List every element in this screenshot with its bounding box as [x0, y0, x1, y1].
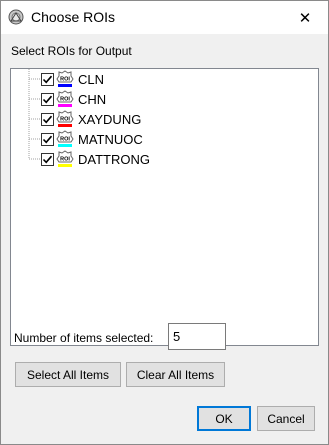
- roi-item-xaydung[interactable]: ROI XAYDUNG: [41, 109, 141, 129]
- close-button[interactable]: ✕: [282, 1, 328, 34]
- roi-label: DATTRONG: [78, 151, 150, 167]
- count-value: 5: [173, 329, 181, 344]
- title-bar[interactable]: Choose ROIs ✕: [1, 1, 328, 34]
- count-field[interactable]: 5: [168, 323, 226, 350]
- cancel-button[interactable]: Cancel: [257, 406, 315, 431]
- roi-icon: ROI: [56, 150, 74, 168]
- roi-tree-list[interactable]: ROI CLN ROI CHN ROI XAYDUNG ROI MATNUOC ROI DATTR…: [10, 68, 319, 346]
- roi-item-matnuoc[interactable]: ROI MATNUOC: [41, 129, 143, 149]
- roi-item-cln[interactable]: ROI CLN: [41, 69, 104, 89]
- svg-text:ROI: ROI: [60, 157, 70, 163]
- svg-text:ROI: ROI: [60, 137, 70, 143]
- roi-checkbox[interactable]: [41, 132, 54, 146]
- svg-text:ROI: ROI: [60, 97, 70, 103]
- roi-icon: ROI: [56, 110, 74, 128]
- ok-label: OK: [215, 411, 233, 426]
- app-icon: [8, 9, 24, 25]
- roi-item-dattrong[interactable]: ROI DATTRONG: [41, 149, 150, 169]
- roi-icon: ROI: [56, 90, 74, 108]
- clear-all-label: Clear All Items: [136, 367, 215, 382]
- roi-icon: ROI: [56, 130, 74, 148]
- count-label: Number of items selected:: [14, 331, 154, 345]
- roi-icon: ROI: [56, 70, 74, 88]
- tree-lines: [28, 69, 41, 160]
- roi-label: CHN: [78, 91, 107, 107]
- clear-all-button[interactable]: Clear All Items: [126, 362, 225, 387]
- roi-label: XAYDUNG: [78, 111, 142, 127]
- svg-text:ROI: ROI: [60, 77, 70, 83]
- section-label: Select ROIs for Output: [11, 44, 132, 58]
- roi-checkbox[interactable]: [41, 112, 54, 126]
- select-all-label: Select All Items: [26, 367, 110, 382]
- roi-label: CLN: [78, 71, 105, 87]
- roi-checkbox[interactable]: [41, 92, 54, 106]
- window-title: Choose ROIs: [31, 9, 116, 25]
- select-all-button[interactable]: Select All Items: [15, 362, 121, 387]
- cancel-label: Cancel: [267, 411, 305, 426]
- choose-rois-dialog: Choose ROIs ✕ Select ROIs for Output ROI…: [0, 0, 329, 445]
- close-icon: ✕: [298, 9, 312, 27]
- roi-item-chn[interactable]: ROI CHN: [41, 89, 106, 109]
- roi-checkbox[interactable]: [41, 72, 54, 86]
- ok-button[interactable]: OK: [197, 406, 251, 431]
- roi-label: MATNUOC: [78, 131, 143, 147]
- roi-checkbox[interactable]: [41, 152, 54, 166]
- svg-text:ROI: ROI: [60, 117, 70, 123]
